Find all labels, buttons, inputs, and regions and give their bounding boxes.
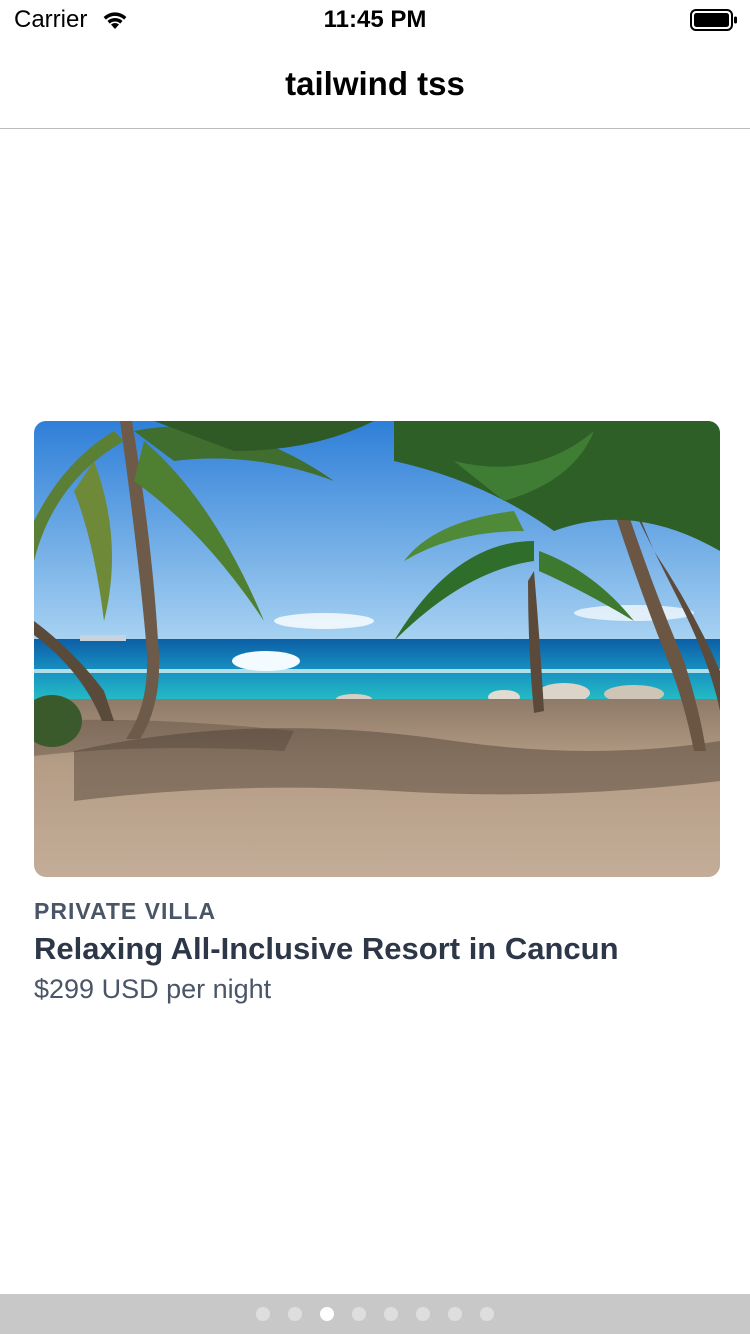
page-dot[interactable] <box>448 1307 462 1321</box>
status-bar: Carrier 11:45 PM <box>0 0 750 40</box>
navigation-bar: tailwind tss <box>0 40 750 129</box>
page-dot[interactable] <box>416 1307 430 1321</box>
page-dot[interactable] <box>384 1307 398 1321</box>
page-dot[interactable] <box>320 1307 334 1321</box>
listing-title: Relaxing All-Inclusive Resort in Cancun <box>34 931 619 966</box>
page-control[interactable] <box>0 1294 750 1334</box>
listing-photo[interactable] <box>34 421 720 877</box>
listing-price: $299 USD per night <box>34 974 272 1004</box>
status-time: 11:45 PM <box>323 6 427 33</box>
page-dot[interactable] <box>288 1307 302 1321</box>
listing-card[interactable]: PRIVATE VILLA Relaxing All-Inclusive Res… <box>34 421 720 1005</box>
page-dot[interactable] <box>352 1307 366 1321</box>
battery-icon <box>690 9 737 31</box>
nav-title: tailwind tss <box>285 65 465 102</box>
page-dot[interactable] <box>480 1307 494 1321</box>
page-indicator-dots[interactable] <box>0 1307 750 1321</box>
page-dot[interactable] <box>256 1307 270 1321</box>
listing-category: PRIVATE VILLA <box>34 898 217 924</box>
